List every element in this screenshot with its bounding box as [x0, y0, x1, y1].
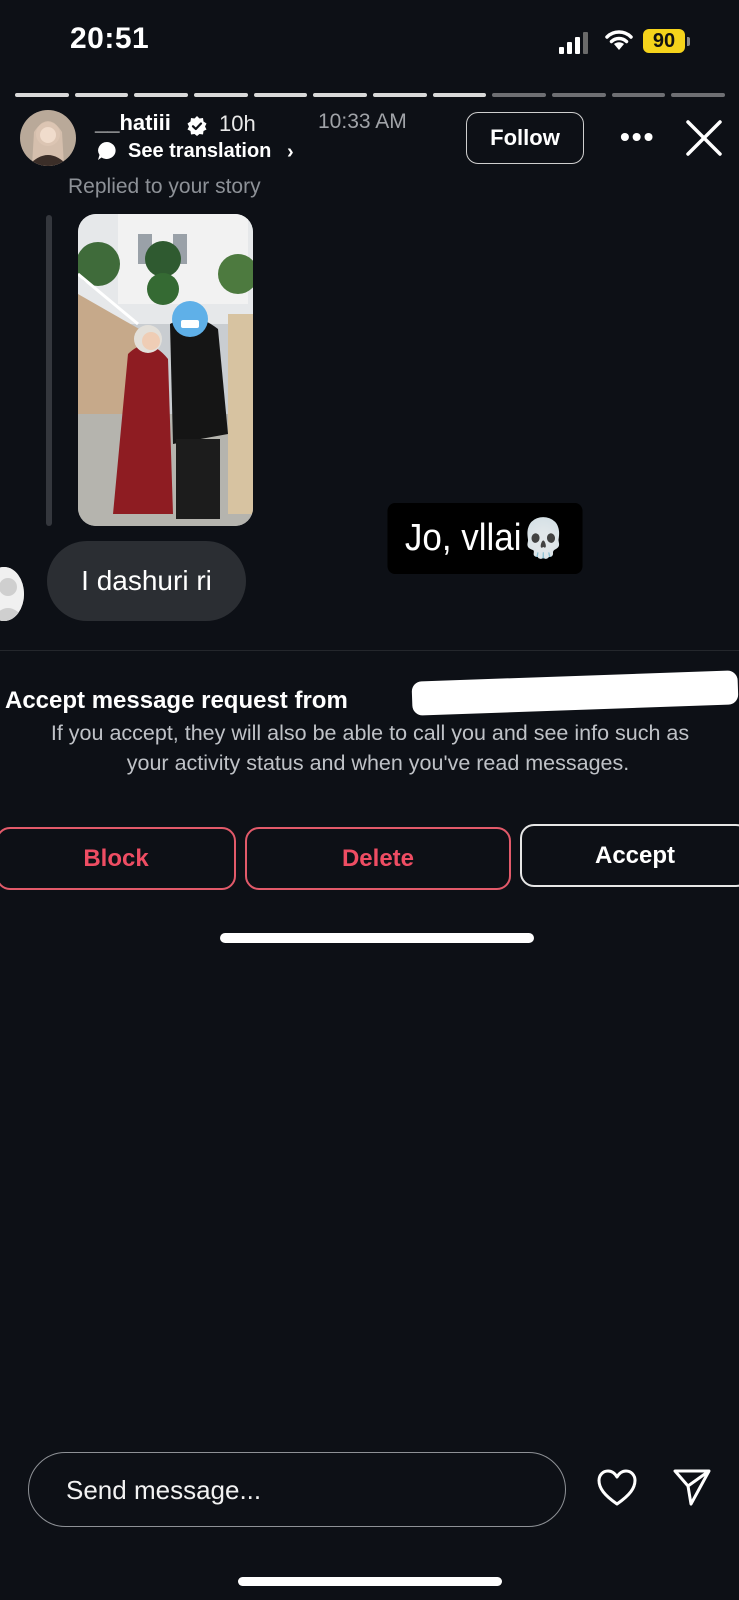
battery-indicator: 90 [643, 29, 691, 55]
close-icon[interactable] [685, 119, 723, 157]
message-composer[interactable] [28, 1452, 566, 1527]
story-progress-segment [432, 93, 487, 97]
story-progress-segment [611, 93, 666, 97]
story-progress-segment [134, 93, 189, 97]
status-time: 20:51 [70, 22, 150, 55]
story-progress-segment [671, 93, 726, 97]
cellular-signal-icon [559, 32, 588, 54]
battery-tip [687, 37, 690, 46]
story-thumbnail[interactable] [78, 214, 253, 526]
block-button[interactable]: Block [0, 827, 236, 890]
chevron-right-icon: › [287, 141, 294, 163]
skull-emoji: 💀 [521, 517, 566, 560]
request-description-line1: If you accept, they will also be able to… [50, 721, 690, 745]
story-sticker-text: Jo, vllai 💀 [387, 503, 583, 574]
redaction-mark [411, 670, 739, 716]
sheet-grabber[interactable] [220, 933, 534, 943]
story-progress-bar [15, 93, 726, 97]
wifi-icon [605, 30, 633, 50]
story-progress-segment [373, 93, 427, 97]
message-timestamp: 10:33 AM [318, 110, 407, 133]
translation-bubble-icon [98, 142, 116, 160]
more-dots-icon[interactable]: ••• [620, 121, 655, 153]
request-description-line2: your activity status and when you've rea… [126, 751, 630, 775]
story-progress-segment [492, 93, 547, 97]
home-indicator [238, 1577, 502, 1586]
request-description: If you accept, they will also be able to… [0, 718, 739, 778]
battery-level: 90 [643, 29, 685, 53]
send-message-input[interactable] [64, 1453, 548, 1527]
profile-avatar[interactable] [20, 110, 76, 166]
sender-avatar[interactable] [0, 567, 24, 621]
story-progress-segment [253, 93, 308, 97]
story-progress-segment [15, 93, 69, 97]
see-translation-link[interactable]: See translation [128, 140, 271, 163]
accept-button[interactable]: Accept [520, 824, 739, 887]
reply-quote-bar [46, 215, 52, 526]
send-icon[interactable] [672, 1467, 712, 1507]
story-progress-segment [74, 93, 129, 97]
username[interactable]: __hatiii [95, 110, 171, 136]
sheet-divider [0, 650, 739, 651]
message-bubble[interactable]: I dashuri ri [47, 541, 246, 621]
sticker-text: Jo, vllai [404, 517, 522, 559]
story-progress-segment [194, 93, 248, 97]
story-progress-segment [313, 93, 368, 97]
follow-button[interactable]: Follow [466, 112, 584, 164]
verified-badge-icon [187, 116, 207, 136]
heart-icon[interactable] [596, 1468, 638, 1508]
request-title: Accept message request from [5, 687, 348, 714]
delete-button[interactable]: Delete [245, 827, 511, 890]
post-age: 10h [219, 111, 256, 136]
replied-to-story-label: Replied to your story [68, 175, 261, 198]
story-progress-segment [552, 93, 606, 97]
